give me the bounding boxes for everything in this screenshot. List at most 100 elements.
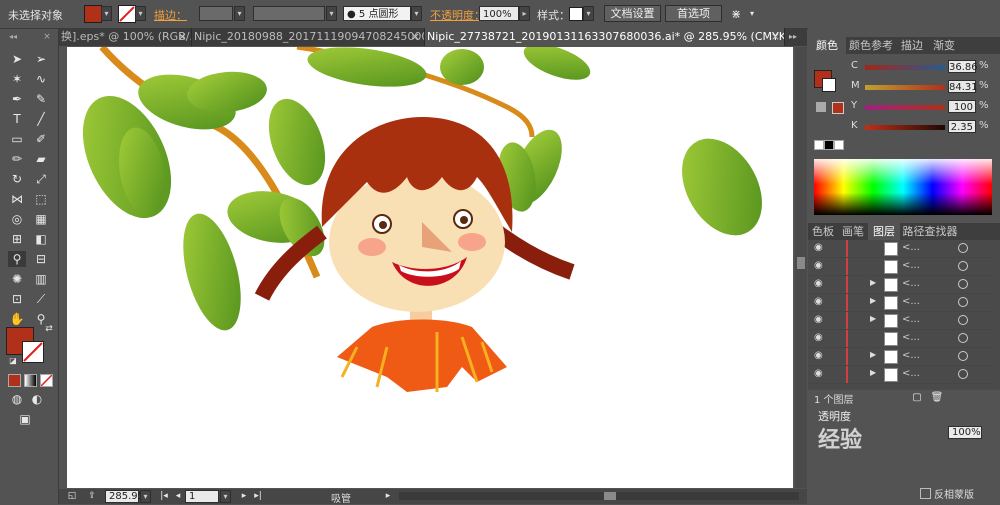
pen-tool-icon[interactable]: ✒ [8,91,26,107]
target-icon[interactable] [958,369,968,379]
eyedropper-icon[interactable]: ⚲ [8,251,26,267]
list-item[interactable]: ◉ ▶ <... [808,348,993,366]
transparency-field[interactable]: 100% [948,426,982,439]
eye-icon[interactable]: ◉ [814,332,826,344]
default-colors-icon[interactable]: ◪ [4,353,22,369]
style-swatch[interactable] [569,7,583,21]
tab-swatches[interactable]: 色板 [808,223,838,240]
stroke-weight-dropdown[interactable]: ▾ [234,6,245,21]
eye-icon[interactable]: ◉ [814,296,826,308]
yellow-slider[interactable]: Y 100 % [808,100,1000,114]
tab-color[interactable]: 颜色 [808,37,846,54]
symbol-sprayer-icon[interactable]: ✺ [8,271,26,287]
scroll-thumb[interactable] [604,492,616,500]
magic-wand-icon[interactable]: ✶ [8,71,26,87]
expand-icon[interactable]: ▶ [870,368,876,377]
graph-tool-icon[interactable]: ▥ [32,271,50,287]
paintbrush-icon[interactable]: ✐ [32,131,50,147]
fill-dropdown[interactable]: ▾ [101,6,112,21]
swap-colors-icon[interactable]: ⇄ [40,321,58,337]
slider-track[interactable] [865,105,945,110]
opacity-dropdown[interactable]: ▸ [519,6,530,21]
variable-width-dropdown[interactable]: ▾ [326,6,337,21]
tab-pathfinder[interactable]: 路径查找器 [900,223,960,240]
mesh-tool-icon[interactable]: ⊞ [8,231,26,247]
expand-icon[interactable]: ▶ [870,314,876,323]
screen-mode-icon[interactable]: ▣ [16,411,34,427]
horizontal-scrollbar[interactable] [399,492,799,500]
yellow-value[interactable]: 100 [948,100,976,113]
close-icon[interactable]: × [411,28,420,46]
tab-doc-3[interactable]: Nipic_27738721_20190131163307680036.ai* … [425,28,785,46]
tab-gradient[interactable]: 渐变 [928,37,960,54]
free-transform-icon[interactable]: ⬚ [32,191,50,207]
brush-dropdown[interactable]: ▾ [411,6,422,21]
rectangle-tool-icon[interactable]: ▭ [8,131,26,147]
none-mode-icon[interactable] [40,374,53,387]
magenta-value[interactable]: 84.31 [948,80,978,93]
collapse-icon[interactable]: ◂◂ [4,29,22,45]
hand-tool-icon[interactable]: ✋ [8,311,26,327]
list-item[interactable]: ◉ ▶ <... [808,312,993,330]
expand-icon[interactable]: ▶ [870,278,876,287]
target-icon[interactable] [958,297,968,307]
close-icon[interactable]: × [771,28,780,46]
list-item[interactable]: ◉ ▶ <... [808,366,993,384]
delete-layer-icon[interactable]: 🗑 [928,390,946,406]
color-mode-icon[interactable] [8,374,21,387]
opacity-field[interactable]: 100% [479,6,519,21]
zoom-dropdown[interactable]: ▾ [140,490,151,503]
close-icon[interactable]: × [178,28,187,46]
status-menu-icon[interactable]: ▸ [379,489,397,503]
selection-tool-icon[interactable]: ➤ [8,51,26,67]
zoom-field[interactable]: 285.95 [105,490,144,503]
list-item[interactable]: ◉ <... [808,240,993,258]
direct-selection-tool-icon[interactable]: ➢ [32,51,50,67]
shape-builder-icon[interactable]: ◎ [8,211,26,227]
eraser-icon[interactable]: ▰ [32,151,50,167]
list-item[interactable]: ◉ ▶ <... [808,276,993,294]
tab-brushes[interactable]: 画笔 [838,223,868,240]
close-icon[interactable]: × [38,29,56,45]
gradient-mode-icon[interactable] [24,374,37,387]
list-item[interactable]: ◉ <... [808,330,993,348]
slider-track[interactable] [865,125,945,130]
brush-definition-field[interactable]: ● 5 点圆形 [343,6,411,21]
blend-tool-icon[interactable]: ⊟ [32,251,50,267]
fill-swatch[interactable] [84,5,102,23]
draw-behind-icon[interactable]: ◐ [28,391,46,407]
stroke-weight-field[interactable] [199,6,233,21]
width-tool-icon[interactable]: ⋈ [8,191,26,207]
last-artboard-icon[interactable]: ▸| [249,489,267,503]
expand-icon[interactable]: ▶ [870,296,876,305]
tab-stroke[interactable]: 描边 [896,37,928,54]
target-icon[interactable] [958,243,968,253]
preferences-button[interactable]: 首选项 [665,5,722,22]
color-spectrum[interactable] [814,159,992,215]
tab-layers[interactable]: 图层 [868,223,900,240]
black-slider[interactable]: K 2.35 % [808,120,1000,134]
target-icon[interactable] [958,279,968,289]
curvature-tool-icon[interactable]: ✎ [32,91,50,107]
type-tool-icon[interactable]: T [8,111,26,127]
line-tool-icon[interactable]: ╱ [32,111,50,127]
tab-doc-1[interactable]: 换].eps* @ 100% (RGB/... × [59,28,192,46]
eye-icon[interactable]: ◉ [814,260,826,272]
artboard-nav-icon[interactable]: ◱ [63,489,81,503]
target-icon[interactable] [958,315,968,325]
cyan-value[interactable]: 36.86 [948,60,978,73]
tab-color-guide[interactable]: 颜色参考 [846,37,896,54]
stroke-dropdown[interactable]: ▾ [135,6,146,21]
slice-tool-icon[interactable]: ⟋ [32,291,50,307]
opacity-label[interactable]: 不透明度： [430,7,485,23]
none-swatch[interactable] [814,140,824,150]
clip-mask-checkbox[interactable] [920,488,931,499]
lasso-icon[interactable]: ∿ [32,71,50,87]
cyan-slider[interactable]: C 36.86 % [808,60,1000,74]
target-icon[interactable] [958,333,968,343]
draw-mode-icon[interactable]: ◍ [8,391,26,407]
page-dropdown[interactable]: ▾ [220,490,231,503]
panel-menu-icon[interactable]: ▾ [743,6,761,22]
eye-icon[interactable]: ◉ [814,242,826,254]
magenta-slider[interactable]: M 84.31 % [808,80,1000,94]
